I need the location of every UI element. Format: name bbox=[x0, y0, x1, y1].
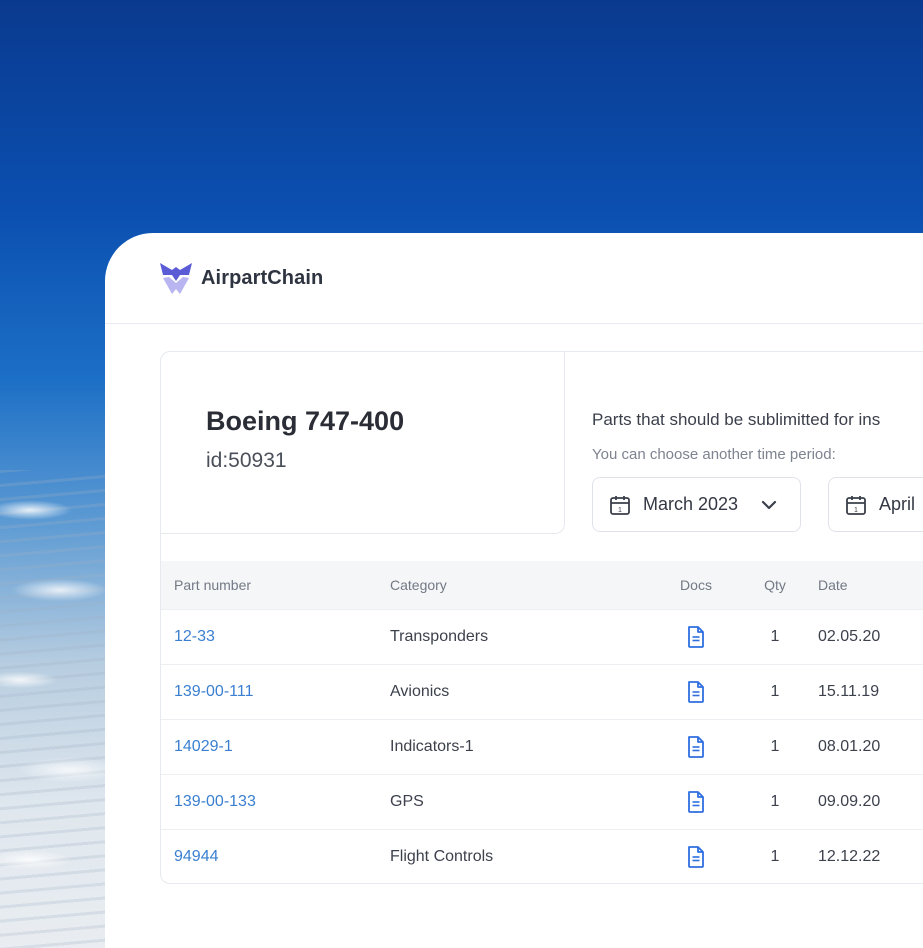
table-row: 14029-1 Indicators-1 1 08.01.20 bbox=[161, 719, 923, 774]
category-cell: Avionics bbox=[390, 683, 450, 700]
header-part-number[interactable]: Part number bbox=[161, 577, 390, 593]
calendar-icon: 1 bbox=[846, 495, 866, 515]
chevron-down-icon bbox=[761, 500, 777, 509]
svg-text:1: 1 bbox=[618, 507, 622, 514]
date-cell: 02.05.20 bbox=[818, 628, 881, 645]
document-icon[interactable] bbox=[686, 680, 706, 704]
qty-cell: 1 bbox=[770, 738, 780, 755]
document-icon[interactable] bbox=[686, 625, 706, 649]
document-icon[interactable] bbox=[686, 790, 706, 814]
header-docs[interactable]: Docs bbox=[655, 577, 737, 593]
date-select-start[interactable]: 1 March 2023 bbox=[592, 477, 801, 532]
document-icon[interactable] bbox=[686, 845, 706, 869]
aircraft-id: id:50931 bbox=[206, 449, 287, 472]
airpartchain-logo-icon bbox=[160, 263, 192, 294]
part-number-link[interactable]: 14029-1 bbox=[174, 738, 233, 755]
qty-cell: 1 bbox=[770, 628, 780, 645]
header-qty[interactable]: Qty bbox=[737, 577, 813, 593]
app-name: AirpartChain bbox=[201, 266, 324, 289]
document-icon[interactable] bbox=[686, 735, 706, 759]
date-select-start-label: March 2023 bbox=[643, 494, 739, 514]
date-filter-row: 1 March 2023 1 April bbox=[592, 477, 923, 532]
part-number-link[interactable]: 139-00-133 bbox=[174, 793, 256, 810]
table-body: 12-33 Transponders 1 02.05.20 139-00-111… bbox=[161, 609, 923, 883]
date-cell: 08.01.20 bbox=[818, 738, 881, 755]
svg-text:1: 1 bbox=[854, 507, 858, 514]
parts-info: Parts that should be sublimitted for ins… bbox=[592, 410, 923, 532]
aircraft-name: Boeing 747-400 bbox=[206, 406, 405, 436]
part-number-link[interactable]: 139-00-111 bbox=[174, 683, 253, 700]
category-cell: Transponders bbox=[390, 628, 489, 645]
parts-card: Boeing 747-400 id:50931 Parts that shoul… bbox=[160, 351, 923, 884]
qty-cell: 1 bbox=[770, 848, 780, 865]
date-cell: 09.09.20 bbox=[818, 793, 881, 810]
date-cell: 15.11.19 bbox=[818, 683, 880, 700]
table-row: 94944 Flight Controls 1 12.12.22 bbox=[161, 829, 923, 883]
part-number-link[interactable]: 12-33 bbox=[174, 628, 215, 645]
table-row: 139-00-111 Avionics 1 15.11.19 bbox=[161, 664, 923, 719]
date-select-end-label: April bbox=[879, 494, 916, 514]
top-bar: AirpartChain bbox=[105, 233, 923, 324]
table-row: 139-00-133 GPS 1 09.09.20 bbox=[161, 774, 923, 829]
category-cell: Indicators-1 bbox=[390, 738, 474, 755]
card-header: Boeing 747-400 id:50931 Parts that shoul… bbox=[161, 352, 923, 534]
date-cell: 12.12.22 bbox=[818, 848, 881, 865]
date-select-end[interactable]: 1 April bbox=[828, 477, 923, 532]
table-row: 12-33 Transponders 1 02.05.20 bbox=[161, 609, 923, 664]
qty-cell: 1 bbox=[770, 683, 780, 700]
aircraft-info: Boeing 747-400 id:50931 bbox=[161, 352, 565, 534]
table-header: Part number Category Docs Qty Date bbox=[161, 561, 923, 609]
header-category[interactable]: Category bbox=[390, 577, 655, 593]
category-cell: Flight Controls bbox=[390, 848, 494, 865]
header-date[interactable]: Date bbox=[813, 577, 923, 593]
calendar-icon: 1 bbox=[610, 495, 630, 515]
parts-subtitle: You can choose another time period: bbox=[592, 446, 836, 463]
category-cell: GPS bbox=[390, 793, 424, 810]
parts-title: Parts that should be sublimitted for ins bbox=[592, 410, 881, 429]
qty-cell: 1 bbox=[770, 793, 780, 810]
app-panel: AirpartChain Boeing 747-400 id:50931 Par… bbox=[105, 233, 923, 948]
part-number-link[interactable]: 94944 bbox=[174, 848, 219, 865]
